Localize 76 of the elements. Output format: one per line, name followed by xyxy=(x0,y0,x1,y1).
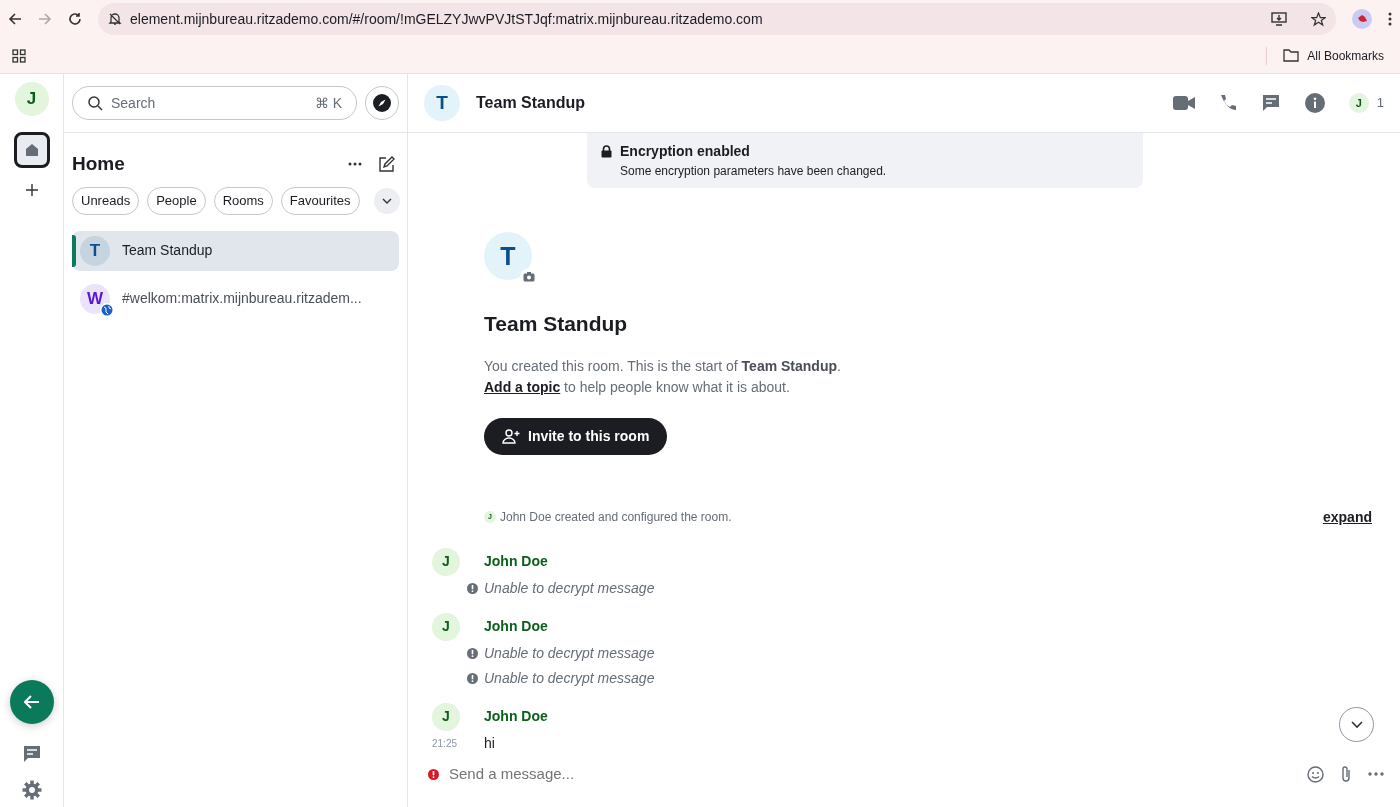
emoji-icon[interactable] xyxy=(1307,765,1324,783)
info-icon[interactable] xyxy=(1304,93,1325,114)
phone-icon[interactable] xyxy=(1218,94,1237,113)
filter-chip[interactable]: Unreads xyxy=(72,187,140,215)
summary-text: John Doe created and configured the room. xyxy=(500,509,733,527)
filter-dropdown-button[interactable] xyxy=(373,187,400,214)
lock-icon xyxy=(601,145,612,159)
back-arrow-icon xyxy=(23,695,40,709)
timestamp: 21:25 xyxy=(432,736,459,751)
encryption-subtitle: Some encryption parameters have been changed. xyxy=(619,163,888,181)
filter-chip[interactable]: People xyxy=(147,187,206,215)
message-text: Unable to decrypt message xyxy=(484,578,655,598)
user-avatar[interactable]: J xyxy=(432,612,460,641)
collapse-button[interactable] xyxy=(9,680,54,724)
chevron-down-icon xyxy=(381,197,392,204)
encryption-title: Encryption enabled xyxy=(620,142,750,162)
url-text: element.mijnbureau.ritzademo.com/#/room/!mGELZYJwvPVJtSTJqf:matrix.mijnbureau.ritzademo.com xyxy=(130,9,764,29)
room-intro-text: You created this room. This is the start of Team Standup. Add a topic to help people know what it is about. xyxy=(484,356,842,397)
filter-chip[interactable]: Rooms xyxy=(213,187,273,215)
star-icon[interactable] xyxy=(1311,11,1326,27)
filter-chip[interactable]: Favourites xyxy=(280,187,360,215)
chevron-down-icon xyxy=(1350,720,1363,729)
room-list-item[interactable]: T Team Standup xyxy=(72,230,399,271)
video-call-icon[interactable] xyxy=(1172,95,1195,112)
compass-icon xyxy=(373,94,391,112)
user-avatar[interactable]: J xyxy=(432,547,460,576)
room-avatar[interactable]: T xyxy=(424,85,460,122)
more-icon[interactable] xyxy=(348,162,362,166)
home-title: Home xyxy=(72,151,126,176)
room-avatar[interactable]: T xyxy=(484,232,532,281)
message-text: Unable to decrypt message xyxy=(484,643,655,663)
room-name: Team Standup xyxy=(122,241,213,260)
room-name: #welkom:matrix.mijnbureau.ritzadem... xyxy=(122,289,362,308)
error-icon xyxy=(467,672,478,684)
add-person-icon xyxy=(502,428,520,444)
message-text: hi xyxy=(484,733,495,751)
threads-icon[interactable] xyxy=(1260,93,1281,114)
user-avatar[interactable]: J xyxy=(14,82,49,116)
explore-button[interactable] xyxy=(365,86,399,120)
address-bar[interactable]: element.mijnbureau.ritzademo.com/#/room/!mGELZYJwvPVJtSTJqf:matrix.mijnbureau.ritzademo.com xyxy=(98,3,1336,35)
error-icon xyxy=(467,582,478,594)
shortcut-hint: ⌘ K xyxy=(314,93,342,113)
threads-icon[interactable] xyxy=(21,744,42,764)
selection-indicator xyxy=(72,234,76,267)
expand-link[interactable]: expand xyxy=(1323,506,1372,528)
message-text: Unable to decrypt message xyxy=(484,668,655,688)
room-list-item[interactable]: W #welkom:matrix.mijnbureau.ritzadem... xyxy=(72,278,399,319)
notifications-off-icon[interactable] xyxy=(108,12,122,26)
search-placeholder: Search xyxy=(111,93,157,113)
sender-name[interactable]: John Doe xyxy=(484,706,548,728)
error-icon xyxy=(467,647,478,659)
topic-link[interactable]: Add a topic xyxy=(484,378,561,395)
menu-icon[interactable] xyxy=(1388,12,1392,26)
reload-icon[interactable] xyxy=(68,12,82,26)
room-avatar: T xyxy=(80,235,110,266)
back-icon[interactable] xyxy=(8,12,22,26)
compose-icon[interactable] xyxy=(378,155,395,173)
add-icon[interactable] xyxy=(25,184,38,196)
search-icon xyxy=(87,95,103,111)
sender-name[interactable]: John Doe xyxy=(484,616,548,638)
settings-icon[interactable] xyxy=(21,780,42,800)
attachment-icon[interactable] xyxy=(1340,765,1352,784)
install-icon[interactable] xyxy=(1271,12,1287,26)
invite-button[interactable]: Invite to this room xyxy=(484,417,668,455)
profile-avatar-icon[interactable] xyxy=(1352,9,1372,29)
warning-icon xyxy=(428,768,439,780)
room-title[interactable]: Team Standup xyxy=(476,91,1157,116)
home-button[interactable] xyxy=(13,132,50,168)
room-name-heading: Team Standup xyxy=(484,311,629,338)
home-icon xyxy=(24,143,39,157)
scroll-down-button[interactable] xyxy=(1339,707,1374,743)
folder-icon xyxy=(1283,49,1300,62)
bookmarks-link[interactable]: All Bookmarks xyxy=(1307,46,1384,65)
apps-icon[interactable] xyxy=(12,48,26,63)
user-avatar[interactable]: J xyxy=(432,702,460,731)
sender-name[interactable]: John Doe xyxy=(484,551,548,573)
